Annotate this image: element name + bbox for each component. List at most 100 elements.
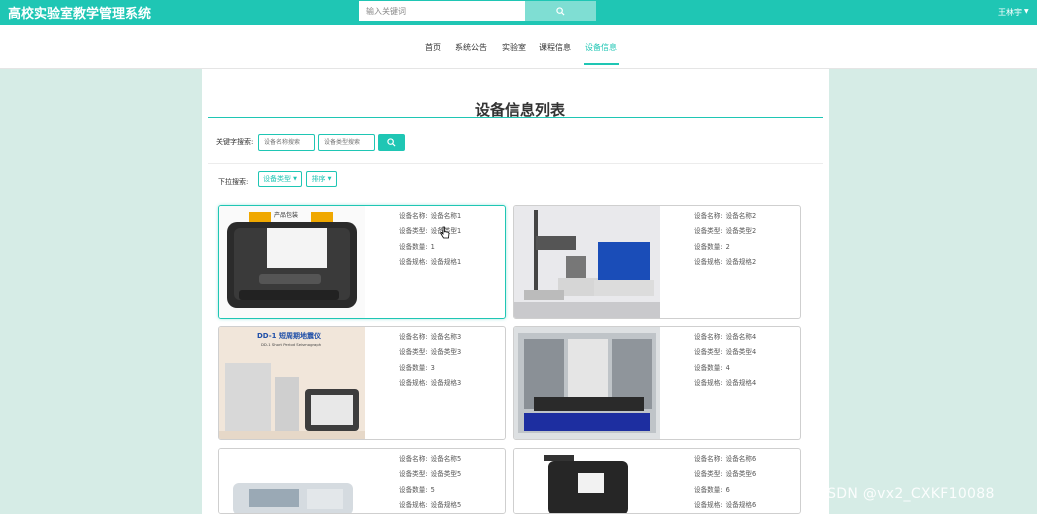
qty-label: 设备数量: [694, 485, 723, 494]
nav-active-indicator [584, 63, 619, 65]
chevron-down-icon: ▼ [293, 176, 297, 182]
qty-value: 4 [725, 363, 730, 372]
info-row: 设备数量: 4 [694, 362, 798, 377]
search-icon [556, 6, 565, 16]
name-value: 设备名称4 [725, 333, 757, 341]
equipment-info: 设备名称: 设备名称5 设备类型: 设备类型5 设备数量: 5 设备规格: 设备规格5 [399, 453, 503, 513]
info-row: 设备数量: 2 [694, 241, 798, 256]
info-row: 设备名称: 设备名称6 [694, 453, 798, 468]
type-value: 设备类型3 [430, 348, 462, 357]
info-row: 设备规格: 设备规格5 [399, 499, 503, 513]
type-value: 设备类型4 [725, 348, 757, 357]
equipment-card[interactable]: 设备名称: 设备名称4 设备类型: 设备类型4 设备数量: 4 设备规格: 设备规格4 [513, 326, 801, 440]
nav-item-home[interactable]: 首页 [425, 42, 441, 53]
spec-value: 设备规格2 [725, 257, 757, 266]
name-value: 设备名称1 [430, 212, 462, 220]
info-row: 设备规格: 设备规格2 [694, 256, 798, 271]
name-label: 设备名称: [694, 212, 723, 220]
type-value: 设备类型5 [430, 470, 462, 479]
equipment-image[interactable] [514, 327, 660, 439]
main-nav: 首页 系统公告 实验室 课程信息 设备信息 [0, 25, 1037, 69]
global-search [359, 1, 596, 21]
name-label: 设备名称: [399, 333, 428, 341]
qty-label: 设备数量: [399, 242, 428, 251]
name-value: 设备名称3 [430, 333, 462, 341]
info-row: 设备数量: 3 [399, 362, 503, 377]
global-search-button[interactable] [525, 1, 596, 21]
name-label: 设备名称: [694, 455, 723, 463]
user-menu[interactable]: 王林宇 [998, 7, 1022, 18]
info-row: 设备数量: 6 [694, 484, 798, 499]
type-label: 设备类型: [694, 227, 723, 236]
keyword-search-label: 关键字搜索: [216, 138, 254, 146]
name-value: 设备名称5 [430, 455, 462, 463]
global-search-input[interactable] [359, 1, 525, 21]
spec-value: 设备规格5 [430, 500, 462, 509]
nav-item-labs[interactable]: 实验室 [502, 42, 526, 53]
equipment-image[interactable] [514, 449, 660, 513]
name-search-input[interactable] [258, 134, 315, 151]
dropdown-search-label: 下拉搜索: [218, 178, 249, 186]
nav-item-courses[interactable]: 课程信息 [539, 42, 571, 53]
image-caption: DD-1 短周期地震仪 [257, 331, 322, 340]
filter-divider [208, 163, 823, 164]
info-row: 设备类型: 设备类型6 [694, 468, 798, 483]
equipment-card[interactable]: 设备名称: 设备名称5 设备类型: 设备类型5 设备数量: 5 设备规格: 设备规格5 [218, 448, 506, 514]
name-label: 设备名称: [399, 455, 428, 463]
spec-label: 设备规格: [399, 378, 428, 387]
qty-value: 3 [430, 363, 435, 372]
type-value: 设备类型6 [725, 470, 757, 479]
info-row: 设备名称: 设备名称5 [399, 453, 503, 468]
type-label: 设备类型: [694, 470, 723, 479]
info-row: 设备类型: 设备类型2 [694, 225, 798, 240]
equipment-image[interactable]: 产品包装 [219, 206, 365, 318]
title-divider [208, 117, 823, 118]
spec-label: 设备规格: [694, 378, 723, 387]
sort-dropdown[interactable]: 排序 ▼ [306, 171, 337, 187]
equipment-image[interactable] [219, 449, 365, 513]
equipment-card[interactable]: 设备名称: 设备名称2 设备类型: 设备类型2 设备数量: 2 设备规格: 设备规格2 [513, 205, 801, 319]
spec-label: 设备规格: [694, 500, 723, 509]
filter-search-button[interactable] [378, 134, 405, 151]
info-row: 设备规格: 设备规格1 [399, 256, 503, 271]
equipment-image[interactable]: DD-1 短周期地震仪 DD-1 Short Period Seismograp… [219, 327, 365, 439]
chevron-down-icon[interactable]: ▼ [1024, 8, 1029, 15]
top-bar: 高校实验室教学管理系统 王林宇 ▼ [0, 0, 1037, 25]
spec-value: 设备规格4 [725, 378, 757, 387]
hand-cursor-icon [440, 226, 450, 239]
qty-label: 设备数量: [694, 363, 723, 372]
equipment-card[interactable]: 产品包装 设备名称: 设备名称1 设备类型: 设备类型1 设备数量: 1 设备规格: 设… [218, 205, 506, 319]
equipment-card[interactable]: DD-1 短周期地震仪 DD-1 Short Period Seismograp… [218, 326, 506, 440]
qty-label: 设备数量: [399, 485, 428, 494]
image-caption: 产品包装 [274, 211, 298, 219]
equipment-info: 设备名称: 设备名称1 设备类型: 设备类型1 设备数量: 1 设备规格: 设备规格1 [399, 210, 503, 271]
type-search-input[interactable] [318, 134, 375, 151]
spec-value: 设备规格6 [725, 500, 757, 509]
nav-item-announcements[interactable]: 系统公告 [455, 42, 487, 53]
info-row: 设备名称: 设备名称3 [399, 331, 503, 346]
equipment-card[interactable]: 设备名称: 设备名称6 设备类型: 设备类型6 设备数量: 6 设备规格: 设备规格6 [513, 448, 801, 514]
qty-label: 设备数量: [399, 363, 428, 372]
type-dropdown[interactable]: 设备类型 ▼ [258, 171, 302, 187]
info-row: 设备名称: 设备名称4 [694, 331, 798, 346]
type-dropdown-label: 设备类型 [263, 175, 292, 183]
watermark: CSDN @vx2_CXKF10088 [817, 486, 995, 502]
spec-label: 设备规格: [399, 257, 428, 266]
spec-value: 设备规格3 [430, 378, 462, 387]
qty-value: 6 [725, 485, 730, 494]
type-label: 设备类型: [399, 470, 428, 479]
image-subcaption: DD-1 Short Period Seismograph [261, 342, 322, 347]
qty-label: 设备数量: [694, 242, 723, 251]
sort-dropdown-label: 排序 [311, 175, 326, 183]
info-row: 设备类型: 设备类型3 [399, 346, 503, 361]
nav-item-equipment[interactable]: 设备信息 [585, 42, 617, 53]
name-label: 设备名称: [694, 333, 723, 341]
type-value: 设备类型2 [725, 227, 757, 236]
app-title[interactable]: 高校实验室教学管理系统 [8, 3, 151, 22]
equipment-info: 设备名称: 设备名称6 设备类型: 设备类型6 设备数量: 6 设备规格: 设备规格6 [694, 453, 798, 513]
type-label: 设备类型: [694, 348, 723, 357]
spec-label: 设备规格: [694, 257, 723, 266]
type-label: 设备类型: [399, 348, 428, 357]
equipment-image[interactable] [514, 206, 660, 318]
name-value: 设备名称2 [725, 212, 757, 220]
